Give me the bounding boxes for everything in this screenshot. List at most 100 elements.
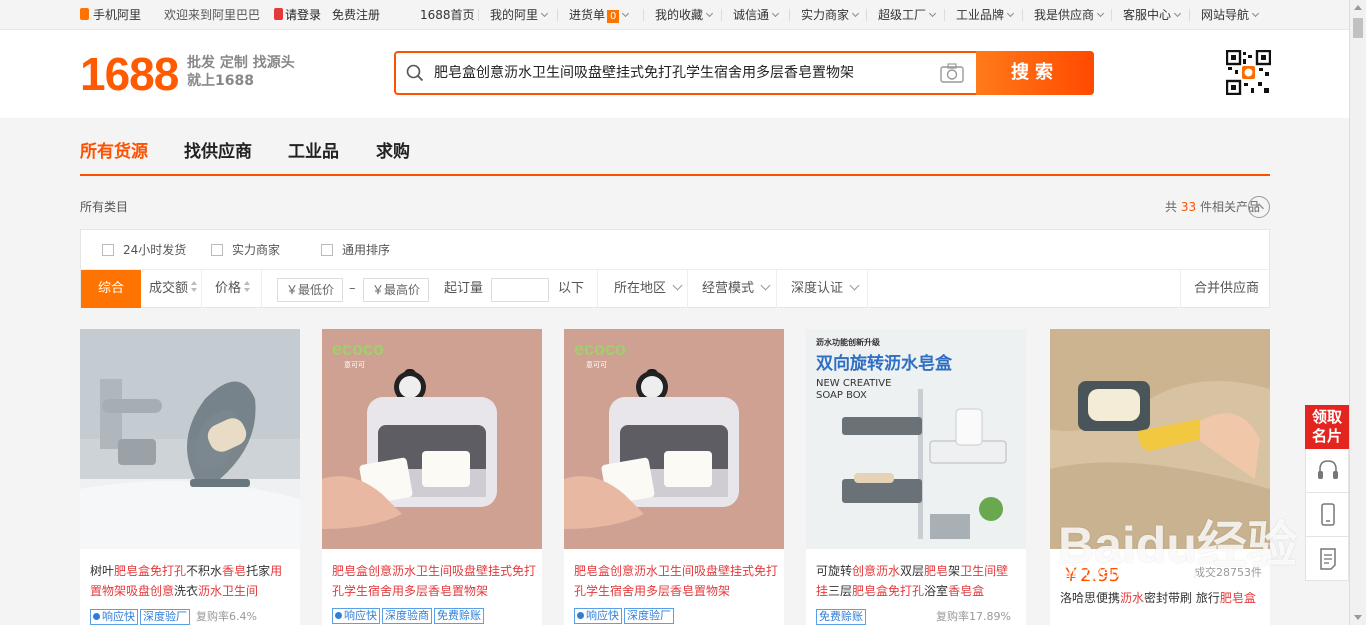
price-range-dash: – [349,281,356,296]
tag-factory-verified[interactable]: 深度验厂 [140,609,190,625]
qr-code-icon[interactable] [1226,50,1271,95]
scroll-up-arrow-icon[interactable] [1354,5,1362,10]
sort-general[interactable]: 综合 [81,270,141,308]
mobile-app-button[interactable] [1305,493,1349,537]
login-link[interactable]: 请登录 [274,0,321,30]
business-mode-dropdown[interactable]: 经营模式 [702,270,769,308]
moq-input[interactable] [491,278,549,302]
search-button[interactable]: 搜索 [976,51,1094,95]
scroll-thumb[interactable] [1353,18,1363,38]
divider [1189,9,1190,21]
feedback-button[interactable] [1305,537,1349,581]
product-image-rotating-soap-rack[interactable]: 沥水功能创新升级 双向旋转沥水皂盒 NEW CREATIVE SOAP BOX [806,329,1026,549]
product-image-wall-soap-box[interactable]: ecoco 意可可 [322,329,542,549]
divider [866,9,867,21]
product-card[interactable]: ecoco 意可可 肥皂盒创意沥水卫生间吸盘壁挂式免打孔学生宿舍用多层香皂置物架… [322,329,542,625]
site-nav-menu[interactable]: 网站导航 [1201,0,1258,30]
tab-all-goods[interactable]: 所有货源 [80,138,148,166]
breadcrumb[interactable]: 所有类目 [80,198,128,215]
checkbox[interactable] [102,244,114,256]
camera-icon[interactable] [940,63,964,83]
divider [687,270,688,308]
super-factory-menu[interactable]: 超级工厂 [878,0,935,30]
register-link[interactable]: 免费注册 [332,0,380,30]
divider [1180,270,1181,308]
checkbox[interactable] [211,244,223,256]
tag-fast-response[interactable]: 响应快 [332,608,380,624]
search-input[interactable]: 肥皂盒创意沥水卫生间吸盘壁挂式免打孔学生宿舍用多层香皂置物架 [434,53,854,93]
scroll-down-arrow-icon[interactable] [1354,615,1362,620]
product-card[interactable]: 沥水功能创新升级 双向旋转沥水皂盒 NEW CREATIVE SOAP BOX … [806,329,1026,625]
title-text: 可旋转 [816,564,853,578]
sort-arrows-icon [243,281,251,293]
results-count: 共 33 件相关产品 [1165,200,1260,214]
cart-count-badge: 0 [607,10,620,23]
my-alibaba-menu[interactable]: 我的阿里 [490,0,547,30]
sort-volume[interactable]: 成交额 [149,270,198,308]
favorites-menu[interactable]: 我的收藏 [655,0,712,30]
product-image-leaf-soap-dish[interactable] [80,329,300,549]
filter-panel: 24小时发货 实力商家 通用排序 综合 成交额 价格 ￥最低价 – ￥最高价 起… [80,229,1270,308]
certification-dropdown[interactable]: 深度认证 [791,270,858,308]
product-tags: 响应快 深度验厂 复购率6.4% [90,608,300,625]
strong-merchant-menu[interactable]: 实力商家 [801,0,858,30]
tag-free-credit[interactable]: 免费赊账 [816,609,866,625]
floating-side-panel: 领取 名片 [1305,405,1349,581]
mobile-alibaba-link[interactable]: 手机阿里 [80,0,141,30]
product-title[interactable]: 洛哈思便携沥水密封带刷 旅行肥皂盒 [1060,588,1264,608]
min-price-input[interactable]: ￥最低价 [277,278,343,302]
home-link[interactable]: 1688首页 [420,0,475,30]
phone-icon [80,8,89,20]
tab-purchase[interactable]: 求购 [376,138,410,166]
vertical-scrollbar[interactable] [1349,0,1366,625]
product-title[interactable]: 肥皂盒创意沥水卫生间吸盘壁挂式免打孔学生宿舍用多层香皂置物架 [332,561,536,601]
search-box: 肥皂盒创意沥水卫生间吸盘壁挂式免打孔学生宿舍用多层香皂置物架 搜索 [394,51,1094,95]
title-text: 双层 [900,564,925,578]
product-card[interactable]: 树叶肥皂盒免打孔不积水香皂托家用置物架吸盘创意洗衣沥水卫生间 响应快 深度验厂 复购… [80,329,300,625]
tag-free-credit[interactable]: 免费赊账 [434,608,484,624]
industrial-brand-menu[interactable]: 工业品牌 [956,0,1013,30]
divider [643,9,644,21]
tag-factory-verified[interactable]: 深度验厂 [624,608,674,624]
image-caption: 沥水功能创新升级 [816,337,881,347]
image-caption-en: NEW CREATIVE [816,378,891,389]
filter-general-sort[interactable]: 通用排序 [321,242,390,258]
product-title[interactable]: 肥皂盒创意沥水卫生间吸盘壁挂式免打孔学生宿舍用多层香皂置物架 [574,561,778,601]
search-scope-tabs: 所有货源 找供应商 工业品 求购 [80,138,1270,176]
tag-fast-response[interactable]: 响应快 [574,608,622,624]
region-dropdown[interactable]: 所在地区 [614,270,681,308]
customer-service-button[interactable] [1305,449,1349,493]
tab-industrial[interactable]: 工业品 [288,138,339,166]
logo[interactable]: 1688 [80,48,179,100]
supplier-menu[interactable]: 我是供应商 [1034,0,1103,30]
product-card[interactable]: ecoco 意可可 肥皂盒创意沥水卫生间吸盘壁挂式免打孔学生宿舍用多层香皂置物架… [564,329,784,625]
slogan: 批发 定制 找源头 就上1688 [187,55,295,89]
moq-suffix: 以下 [558,281,585,296]
product-image-wall-soap-box[interactable]: ecoco 意可可 [564,329,784,549]
title-text: 密封带刷 旅行 [1144,591,1220,605]
merge-suppliers-toggle[interactable]: 合并供应商 [1194,270,1259,308]
get-card-button[interactable]: 领取 名片 [1305,405,1349,449]
tag-fast-response[interactable]: 响应快 [90,609,138,625]
product-title[interactable]: 可旋转创意沥水双层肥皂架卫生间壁挂三层肥皂盒免打孔浴室香皂盒 [816,561,1020,601]
top-nav-bar: 手机阿里 欢迎来到阿里巴巴 请登录 免费注册 1688首页 我的阿里 进货单 0 … [0,0,1349,30]
tab-find-supplier[interactable]: 找供应商 [184,138,252,166]
tag-merchant-verified[interactable]: 深度验商 [382,608,432,624]
product-title[interactable]: 树叶肥皂盒免打孔不积水香皂托家用置物架吸盘创意洗衣沥水卫生间 [90,561,294,601]
site-header: 1688 批发 定制 找源头 就上1688 肥皂盒创意沥水卫生间吸盘壁挂式免打孔… [0,30,1349,118]
filter-24h-ship[interactable]: 24小时发货 [102,242,186,258]
sort-price[interactable]: 价格 [215,270,251,308]
service-center-menu[interactable]: 客服中心 [1123,0,1180,30]
checkbox[interactable] [321,244,333,256]
filter-strong-merchant[interactable]: 实力商家 [211,242,280,258]
image-headline: 双向旋转沥水皂盒 [816,353,953,374]
max-price-input[interactable]: ￥最高价 [363,278,429,302]
title-text: 洗衣 [174,584,199,598]
cart-menu[interactable]: 进货单 0 [569,0,628,30]
keyword-highlight: 肥皂盒创意沥水卫生间吸盘壁挂式免打孔学生宿舍用多层香皂置物架 [332,564,537,598]
trustpass-menu[interactable]: 诚信通 [733,0,778,30]
collapse-up-icon[interactable] [1248,196,1270,218]
brand-label: ecoco [574,339,626,359]
divider [597,270,598,308]
divider [721,9,722,21]
